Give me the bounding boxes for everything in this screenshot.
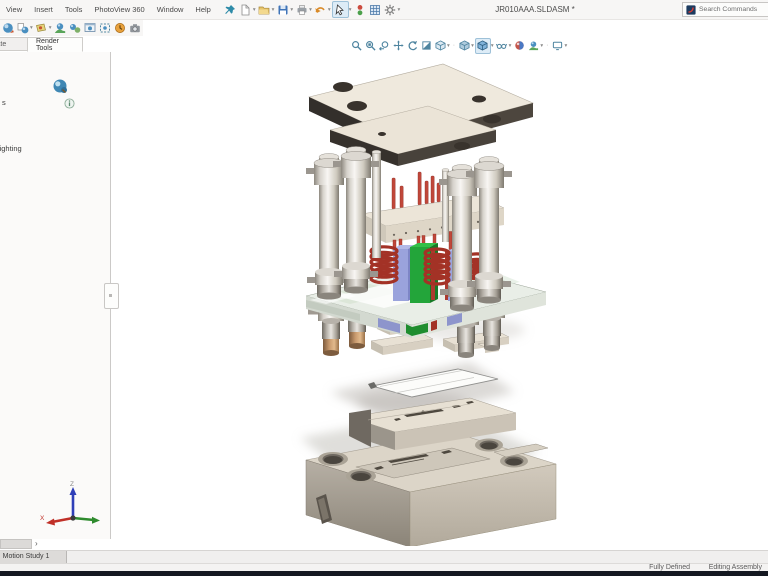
tab-scroll-right-icon[interactable]: › [35,540,38,548]
grid-icon[interactable] [367,2,382,17]
menu-tools[interactable]: Tools [59,0,89,19]
render-tools-toolbar: ▾▾ [0,20,143,36]
print-icon[interactable] [294,2,309,17]
menu-help[interactable]: Help [189,0,216,19]
integrated-preview-icon[interactable] [68,21,83,36]
solidworks-window: Z X View Insert Tools PhotoView 360 Wind… [0,0,768,576]
menu-photoview360[interactable]: PhotoView 360 [88,0,150,19]
new-document-icon[interactable] [238,2,253,17]
pane-splitter-handle[interactable] [104,283,119,309]
edit-appearance-icon[interactable] [0,21,15,36]
recall-last-render-icon[interactable] [128,21,143,36]
document-title: JR010AAA.SLDASM * [420,0,650,19]
rotate-view-icon[interactable] [405,39,419,53]
toolbar-separator: · [546,42,548,49]
dropdown-caret-icon[interactable]: ▾ [290,7,293,13]
dropdown-caret-icon[interactable]: ▾ [349,7,352,13]
schedule-render-icon[interactable] [113,21,128,36]
dropdown-caret-icon[interactable]: ▾ [49,25,52,31]
appearance-ball-icon[interactable] [52,78,68,94]
tree-item-photoview-lighting[interactable]: PhotoView 360 Lighting [0,144,111,153]
menu-insert[interactable]: Insert [28,0,59,19]
display-manager-pane: s PhotoView 360 Lighting [0,52,111,539]
edit-scene-icon[interactable] [53,21,68,36]
triad-x-label: X [40,515,45,522]
menu-window[interactable]: Window [151,0,190,19]
tab-scroll-strip: › [0,539,46,549]
view-settings-icon[interactable] [551,39,565,53]
tab-render-tools-label: Render Tools [36,38,74,52]
menu-view[interactable]: View [0,0,28,19]
tab-render-tools[interactable]: Render Tools [27,37,83,52]
save-icon[interactable] [275,2,290,17]
open-icon[interactable] [257,2,272,17]
heads-up-view-toolbar: ▾·▾▾▾▾·▾ [349,38,568,53]
pin-icon[interactable] [223,2,238,17]
dropdown-caret-icon[interactable]: ▾ [30,25,33,31]
study-tab-bar: Motion Study 1 [0,550,768,563]
options-gear-icon[interactable] [382,2,397,17]
menu-bar: View Insert Tools PhotoView 360 Window H… [0,0,768,20]
shaded-with-edges-icon[interactable] [475,38,491,54]
tab-evaluate[interactable]: Evaluate [0,37,28,51]
dropdown-caret-icon[interactable]: ▾ [272,7,275,13]
view-orientation-icon[interactable] [433,39,447,53]
select-cursor-icon[interactable] [332,1,349,18]
dropdown-caret-icon[interactable]: ▾ [447,43,450,49]
dropdown-caret-icon[interactable]: ▾ [309,7,312,13]
edit-decal-icon[interactable] [34,21,49,36]
tab-evaluate-label: Evaluate [0,41,6,48]
render-region-icon[interactable] [98,21,113,36]
dropdown-caret-icon[interactable]: ▾ [328,7,331,13]
dropdown-caret-icon[interactable]: ▾ [471,43,474,49]
xpress-products-icon[interactable] [352,2,367,17]
dropdown-caret-icon[interactable]: ▾ [253,7,256,13]
display-style-icon[interactable] [457,39,471,53]
standard-toolbar: ▾ ▾ ▾ ▾ ▾ ▾ ▾ [223,1,401,18]
assembly-exploded-view[interactable] [110,36,768,546]
pane-header-fragment: s [2,98,6,107]
tab-scrollbar[interactable] [0,539,32,549]
dropdown-caret-icon[interactable]: ▾ [565,43,568,49]
orientation-triad: Z X [40,478,104,536]
section-view-icon[interactable] [419,39,433,53]
preview-window-icon[interactable] [83,21,98,36]
info-icon[interactable] [64,96,75,107]
triad-z-label: Z [70,481,74,488]
pan-icon[interactable] [391,39,405,53]
previous-view-icon[interactable] [377,39,391,53]
solidworks-logo-icon [686,5,696,15]
dropdown-caret-icon[interactable]: ▾ [509,43,512,49]
hide-show-items-icon[interactable] [495,39,509,53]
search-commands-box[interactable]: Search Commands [682,2,768,17]
zoom-to-area-icon[interactable] [363,39,377,53]
toolbar-separator: · [453,42,455,49]
dropdown-caret-icon[interactable]: ▾ [540,43,543,49]
dropdown-caret-icon[interactable]: ▾ [491,43,494,49]
copy-appearance-icon[interactable] [15,21,30,36]
tab-motion-study-1[interactable]: Motion Study 1 [0,551,67,563]
apply-scene-icon[interactable] [526,39,540,53]
undo-icon[interactable] [313,2,328,17]
search-input[interactable]: Search Commands [699,6,757,13]
zoom-to-fit-icon[interactable] [349,39,363,53]
edit-appearance-ball-icon[interactable] [512,39,526,53]
window-bottom-edge [0,571,768,576]
dropdown-caret-icon[interactable]: ▾ [397,7,400,13]
